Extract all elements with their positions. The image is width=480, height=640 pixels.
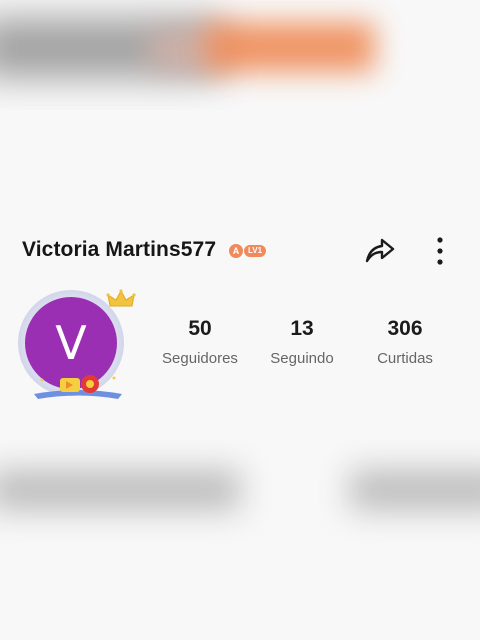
avatar[interactable]: V xyxy=(18,288,136,400)
following-stat[interactable]: 13 Seguindo xyxy=(264,316,340,368)
level-icon: A xyxy=(229,243,243,258)
frame-decoration-icon xyxy=(34,375,122,399)
likes-label: Curtidas xyxy=(377,350,433,367)
followers-label: Seguidores xyxy=(162,350,238,367)
likes-stat[interactable]: 306 Curtidas xyxy=(372,316,438,368)
likes-count: 306 xyxy=(387,317,423,340)
level-label: LV1 xyxy=(244,244,267,257)
followers-stat[interactable]: 50 Seguidores xyxy=(158,316,242,368)
blurred-content-area xyxy=(0,440,480,560)
crown-icon xyxy=(106,289,136,307)
followers-count: 50 xyxy=(188,317,212,340)
share-icon[interactable] xyxy=(362,232,398,268)
following-count: 13 xyxy=(290,317,314,340)
profile-header: Victoria Martins577 A LV1 xyxy=(22,232,462,272)
avatar-initial: V xyxy=(55,316,87,370)
more-vertical-icon[interactable] xyxy=(430,234,450,268)
profile-screen: Victoria Martins577 A LV1 V 50 Seguidore… xyxy=(0,0,480,640)
username: Victoria Martins577 xyxy=(22,238,217,261)
level-badge[interactable]: A LV1 xyxy=(229,243,267,258)
following-label: Seguindo xyxy=(270,350,334,367)
blurred-header-area xyxy=(0,0,480,110)
profile-stats: 50 Seguidores 13 Seguindo 306 Curtidas xyxy=(150,316,460,376)
